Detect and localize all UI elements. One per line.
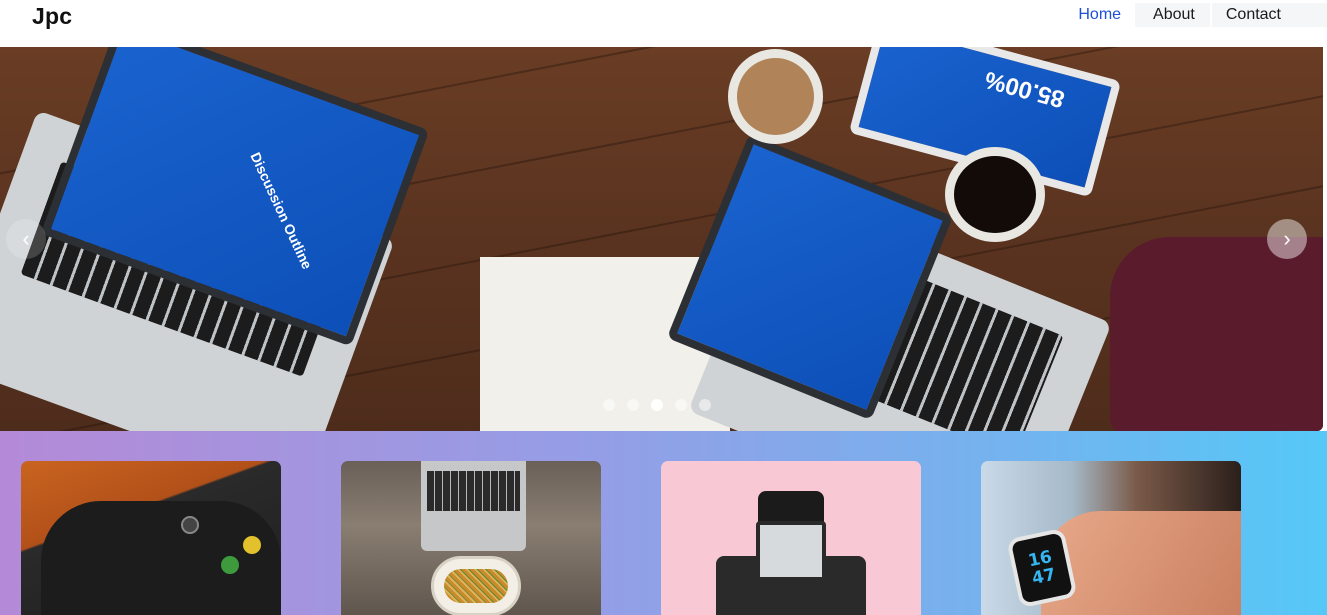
card-smartwatch[interactable]: 16 47 bbox=[981, 461, 1241, 615]
keyboard-image bbox=[427, 471, 520, 511]
camera-top-image bbox=[756, 521, 826, 581]
hero-carousel: Discussion Outline 85.00% ‹ › bbox=[0, 47, 1323, 431]
brand-logo[interactable]: Jpc bbox=[32, 3, 72, 30]
carousel-indicators bbox=[603, 399, 711, 411]
chevron-left-icon: ‹ bbox=[22, 226, 30, 251]
person-arm-image bbox=[1110, 237, 1323, 431]
carousel-indicator-1[interactable] bbox=[603, 399, 615, 411]
nav-home-link[interactable]: Home bbox=[1067, 3, 1135, 27]
screen-text: Discussion Outline bbox=[247, 149, 316, 272]
laptop-image bbox=[421, 461, 526, 551]
carousel-indicator-4[interactable] bbox=[675, 399, 687, 411]
carousel-indicator-3[interactable] bbox=[651, 399, 663, 411]
coffee-mug-image-2 bbox=[945, 147, 1045, 242]
card-game-controller[interactable] bbox=[21, 461, 281, 615]
watch-minute: 47 bbox=[1030, 564, 1058, 590]
controller-button bbox=[243, 536, 261, 554]
controller-button bbox=[221, 556, 239, 574]
nav-contact-link[interactable]: Contact bbox=[1211, 3, 1327, 27]
carousel-prev-button[interactable]: ‹ bbox=[6, 219, 46, 259]
main-nav: Home About Contact bbox=[1067, 3, 1327, 27]
cards-section: 16 47 bbox=[0, 431, 1327, 615]
coffee-mug-image bbox=[728, 49, 823, 144]
noodles-image bbox=[444, 569, 508, 603]
hand-image bbox=[1041, 511, 1241, 615]
tablet-text: 85.00% bbox=[981, 65, 1068, 113]
carousel-indicator-2[interactable] bbox=[627, 399, 639, 411]
card-laptop-noodles[interactable] bbox=[341, 461, 601, 615]
card-camera[interactable] bbox=[661, 461, 921, 615]
chevron-right-icon: › bbox=[1283, 226, 1291, 251]
carousel-next-button[interactable]: › bbox=[1267, 219, 1307, 259]
nav-about-link[interactable]: About bbox=[1135, 3, 1210, 27]
navbar: Jpc Home About Contact bbox=[0, 0, 1327, 47]
plate-image bbox=[431, 556, 521, 615]
controller-image bbox=[41, 501, 281, 615]
xbox-logo-icon bbox=[181, 516, 199, 534]
carousel-indicator-5[interactable] bbox=[699, 399, 711, 411]
